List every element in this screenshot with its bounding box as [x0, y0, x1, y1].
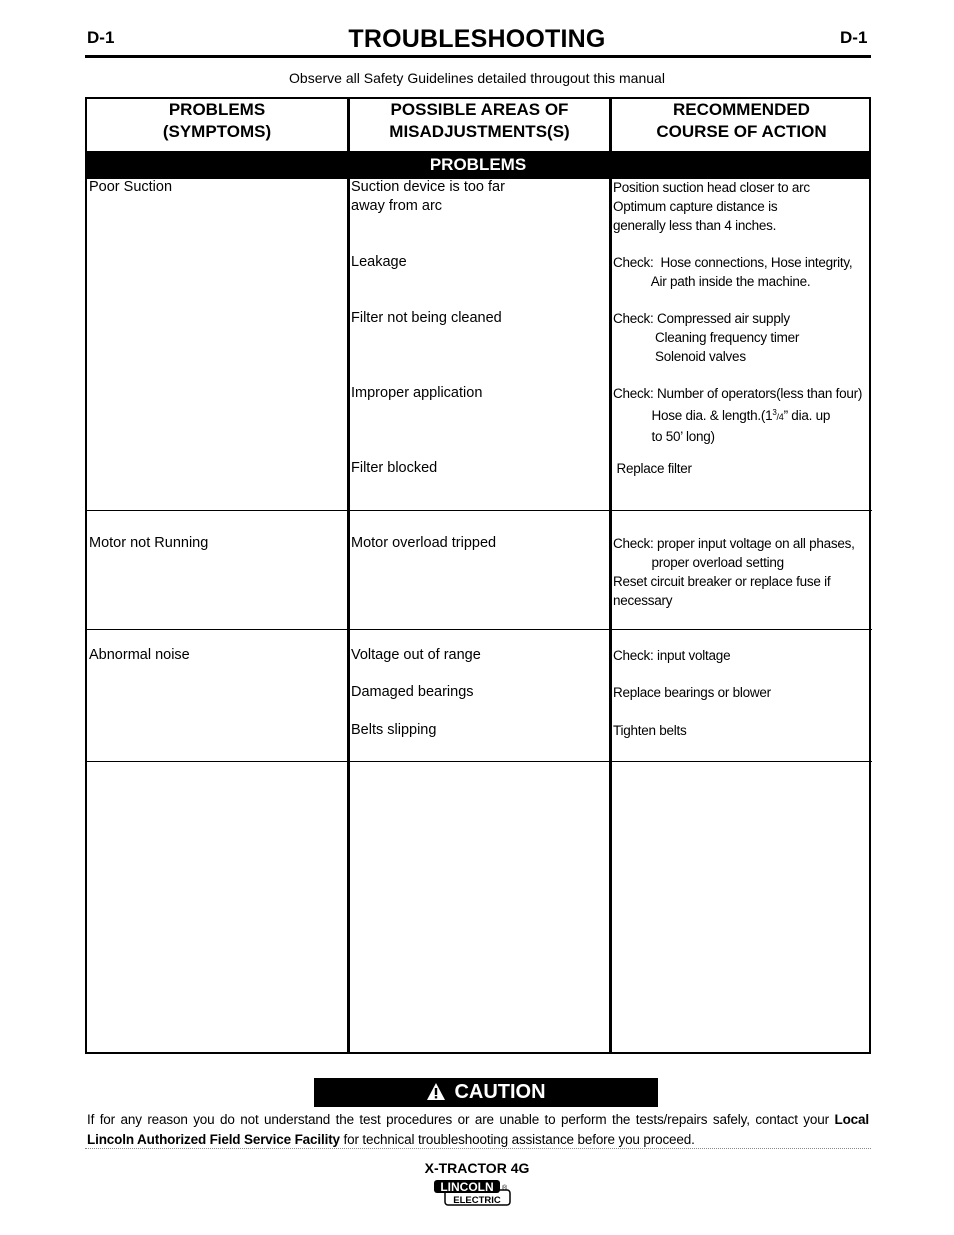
caution-label: CAUTION: [454, 1081, 546, 1103]
action-cell: Check: Compressed air supply Cleaning fr…: [613, 311, 800, 364]
cause-cell: Motor overload tripped: [351, 535, 497, 551]
action-cell: Check: Number of operators(less than fou…: [613, 384, 862, 446]
section-bar-problems: PROBLEMS: [87, 151, 869, 179]
logo-top-text: LINCOLN: [440, 1180, 493, 1194]
logo-bottom-text: ELECTRIC: [453, 1195, 501, 1206]
action-cell: Check: Hose connections, Hose integrity,…: [613, 255, 853, 289]
header-problems: PROBLEMS (SYMPTOMS): [87, 99, 347, 151]
troubleshooting-table: PROBLEMS (SYMPTOMS) POSSIBLE AREAS OF MI…: [85, 97, 872, 1054]
header-recommended-action: RECOMMENDED COURSE OF ACTION: [612, 99, 871, 151]
cause-cell: Suction device is too far away from arc: [351, 179, 505, 214]
symptom-cell: Poor Suction: [89, 179, 173, 195]
caution-text: If for any reason you do not understand …: [87, 1110, 869, 1150]
column-divider: [347, 99, 350, 1052]
cause-cell: Voltage out of range: [351, 647, 481, 663]
column-divider: [609, 99, 612, 1052]
caution-text-part: If for any reason you do not understand …: [87, 1112, 835, 1127]
caution-banner: CAUTION: [314, 1078, 658, 1107]
action-cell: Check: proper input voltage on all phase…: [613, 536, 855, 608]
title-divider: [85, 55, 871, 58]
action-cell: Tighten belts: [613, 723, 687, 738]
action-line: Hose dia. & length.(1: [613, 408, 773, 423]
symptom-cell: Motor not Running: [89, 535, 209, 551]
cause-cell: Leakage: [351, 254, 407, 270]
warning-triangle-icon: [427, 1083, 446, 1100]
cause-cell: Damaged bearings: [351, 684, 474, 700]
cause-cell: Filter not being cleaned: [351, 310, 502, 326]
cause-cell: Filter blocked: [351, 460, 438, 476]
row-divider: [85, 761, 872, 762]
action-cell: Position suction head closer to arc Opti…: [613, 180, 810, 233]
cause-cell: Improper application: [351, 385, 483, 401]
caution-text-part: for technical troubleshooting assistance…: [339, 1132, 695, 1147]
cause-cell: Belts slipping: [351, 722, 437, 738]
action-line: to 50’ long): [613, 429, 716, 444]
safety-note: Observe all Safety Guidelines detailed t…: [289, 70, 665, 86]
product-name: X-TRACTOR 4G: [424, 1160, 530, 1176]
fraction-denominator: /4: [776, 412, 784, 422]
header-line: RECOMMENDED: [673, 100, 810, 119]
header-line: PROBLEMS: [168, 100, 266, 119]
symptom-cell: Abnormal noise: [89, 647, 190, 663]
header-line: COURSE OF ACTION: [656, 122, 827, 141]
header-line: (SYMPTOMS): [162, 122, 272, 141]
action-cell: Replace filter: [613, 461, 693, 476]
page-title: TROUBLESHOOTING: [348, 25, 606, 53]
registered-mark: ®: [502, 1184, 508, 1192]
row-divider: [85, 629, 872, 630]
footer-divider: [85, 1148, 871, 1149]
action-line: ” dia. up: [783, 408, 831, 423]
action-cell: Replace bearings or blower: [613, 685, 771, 700]
header-line: MISADJUSTMENTS(S): [389, 122, 570, 141]
action-cell: Check: input voltage: [613, 648, 731, 663]
row-divider: [85, 510, 872, 511]
header-possible-areas: POSSIBLE AREAS OF MISADJUSTMENTS(S): [350, 99, 609, 151]
header-line: POSSIBLE AREAS OF: [390, 100, 569, 119]
lincoln-electric-logo: LINCOLN ELECTRIC ®: [433, 1179, 513, 1207]
action-line: Check: Number of operators(less than fou…: [613, 386, 863, 401]
